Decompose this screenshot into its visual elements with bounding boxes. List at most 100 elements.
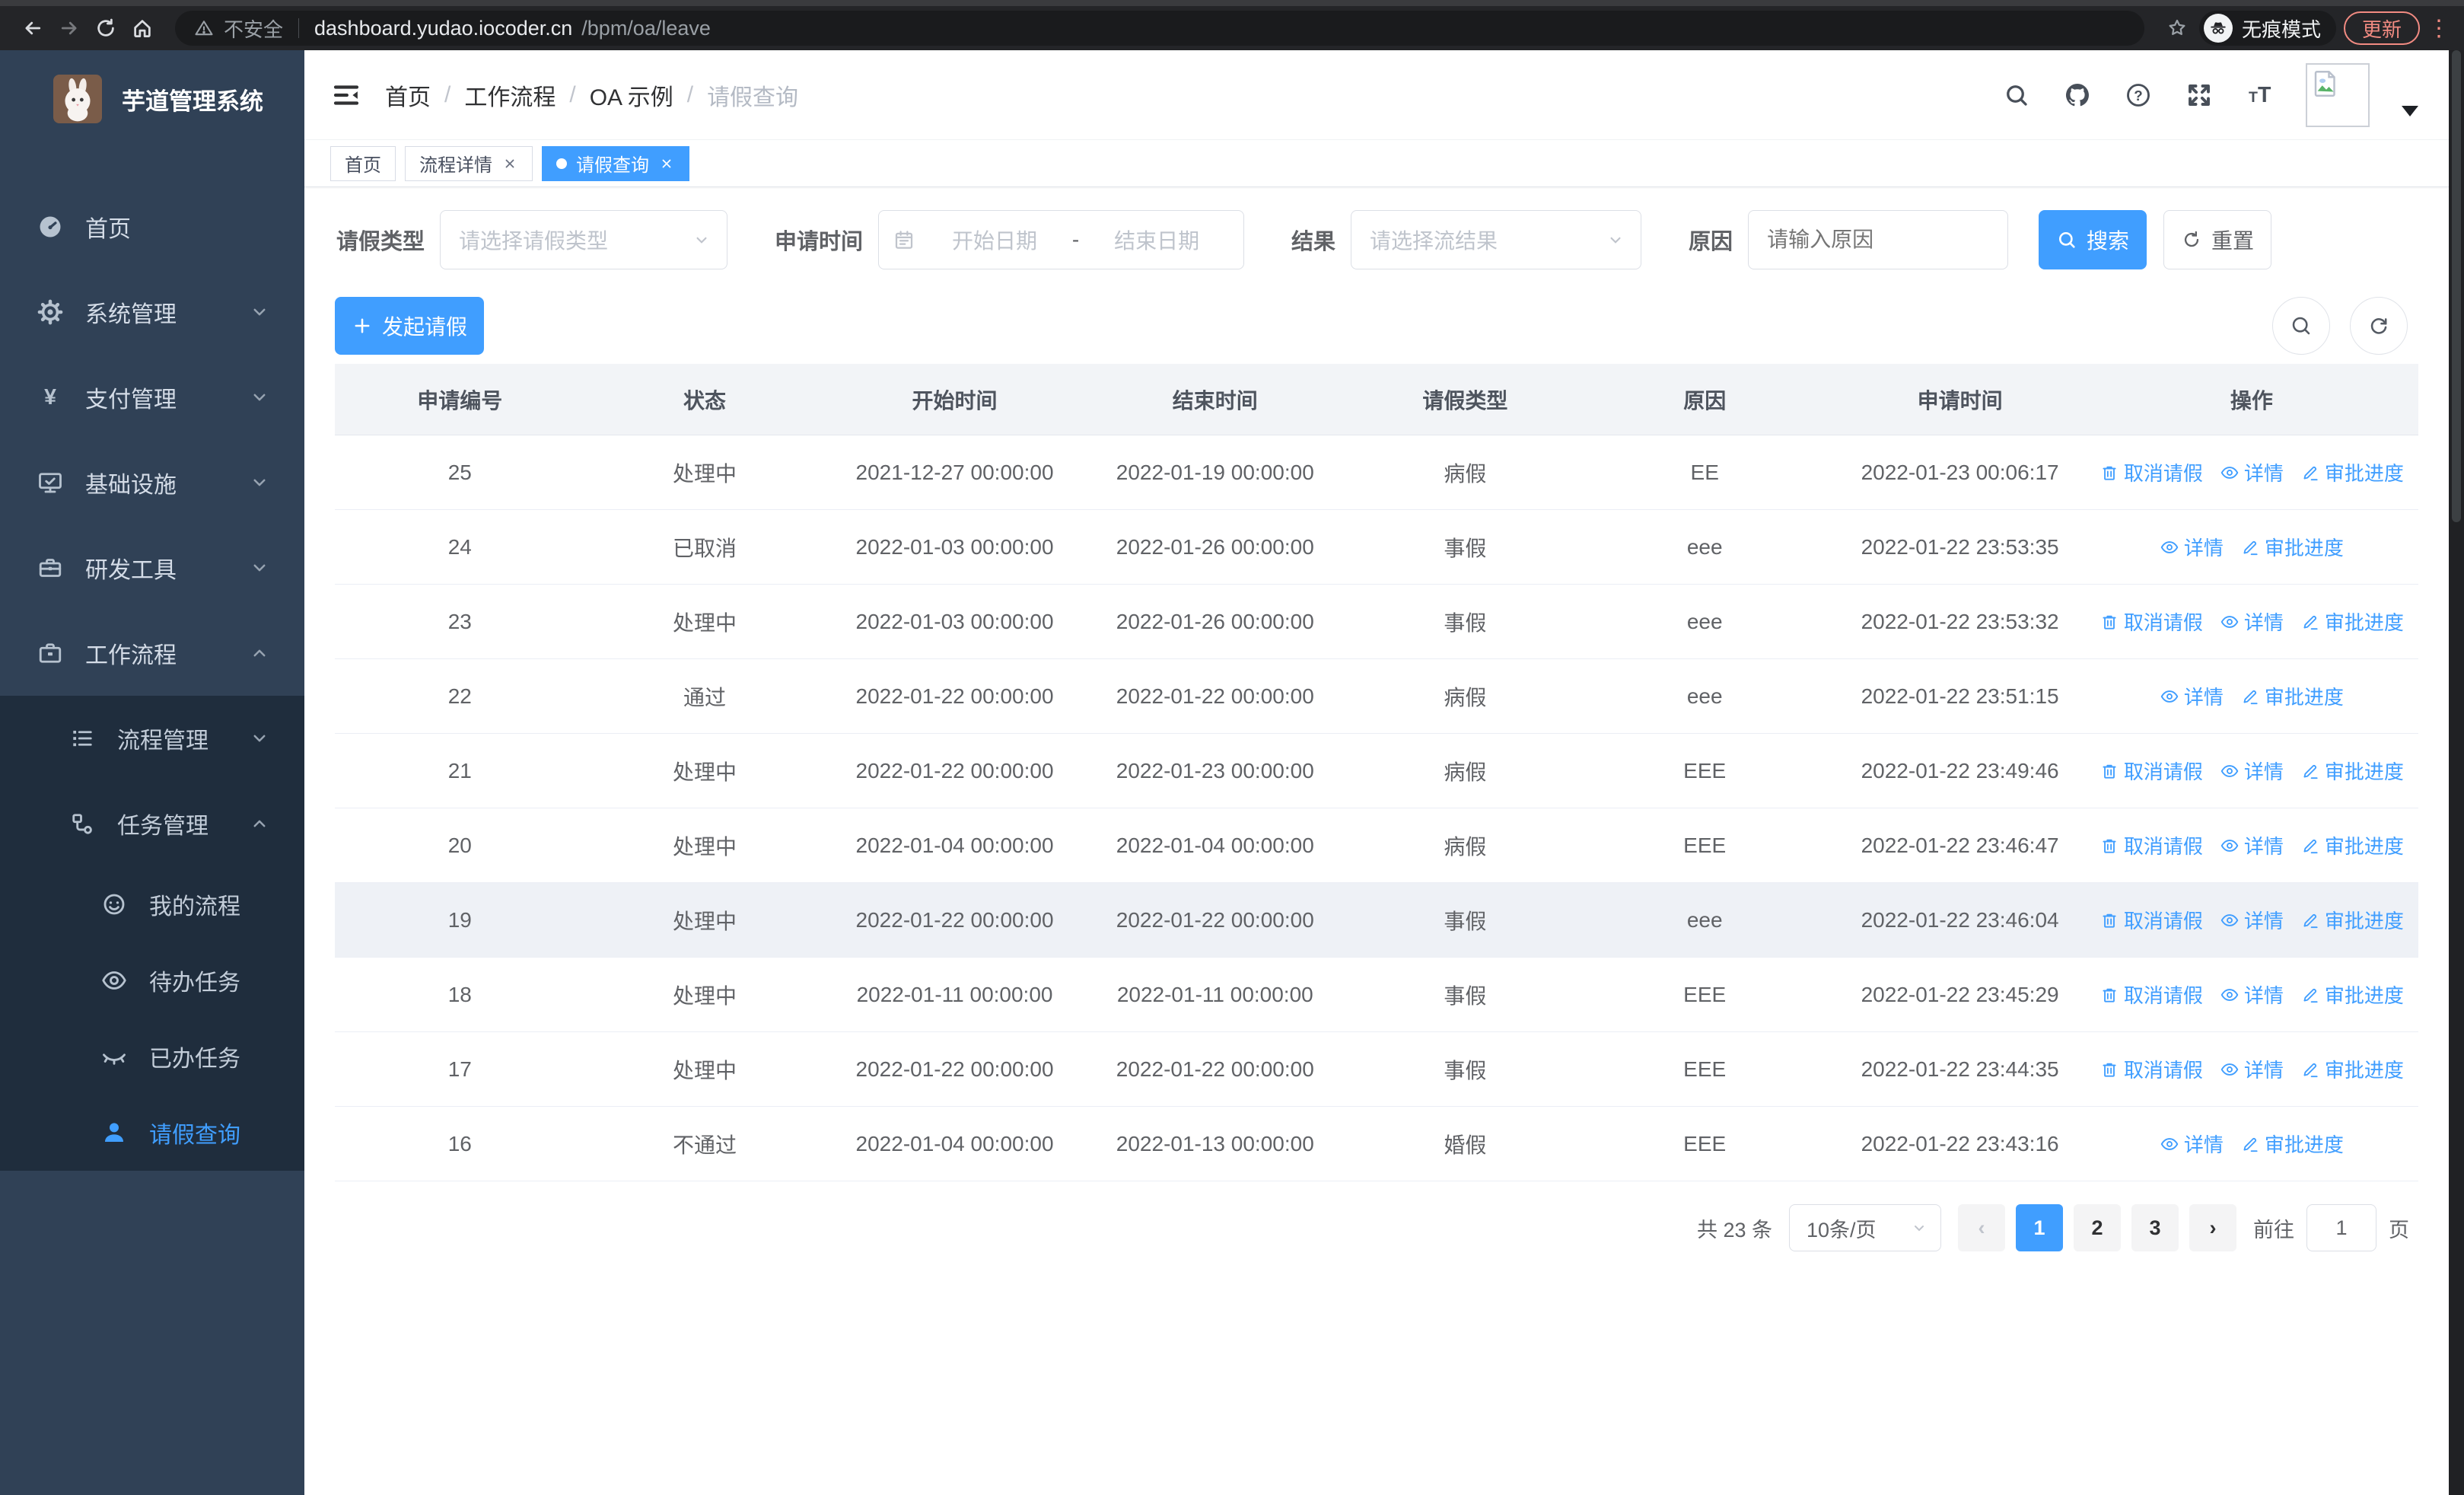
action-detail-link[interactable]: 详情 bbox=[2160, 1130, 2224, 1158]
help-icon[interactable]: ? bbox=[2123, 80, 2154, 110]
action-detail-link[interactable]: 详情 bbox=[2220, 906, 2284, 934]
incognito-icon bbox=[2203, 14, 2233, 43]
action-cancel-link[interactable]: 取消请假 bbox=[2099, 831, 2203, 859]
sidebar-item-leave-query[interactable]: 请假查询 bbox=[0, 1095, 304, 1171]
security-label[interactable]: 不安全 bbox=[224, 14, 283, 43]
cell-leave-type: 事假 bbox=[1444, 909, 1487, 933]
view-icon bbox=[2160, 1134, 2179, 1154]
fullscreen-icon[interactable] bbox=[2184, 80, 2214, 110]
font-size-icon[interactable]: TT bbox=[2245, 80, 2275, 110]
reload-icon[interactable] bbox=[91, 14, 120, 43]
action-progress-link[interactable]: 审批进度 bbox=[2300, 906, 2404, 934]
action-detail-link[interactable]: 详情 bbox=[2160, 533, 2224, 561]
action-progress-link[interactable]: 审批进度 bbox=[2300, 1055, 2404, 1083]
cell-end-time: 2022-01-22 00:00:00 bbox=[1116, 1057, 1314, 1081]
action-progress-link[interactable]: 审批进度 bbox=[2240, 533, 2344, 561]
action-cancel-link[interactable]: 取消请假 bbox=[2099, 980, 2203, 1009]
avatar[interactable] bbox=[2306, 62, 2370, 127]
next-page-button[interactable]: › bbox=[2189, 1204, 2236, 1251]
sidebar-item-done-tasks[interactable]: 已办任务 bbox=[0, 1018, 304, 1095]
reason-input[interactable] bbox=[1748, 210, 2009, 269]
action-cancel-link[interactable]: 取消请假 bbox=[2099, 906, 2203, 934]
action-detail-link[interactable]: 详情 bbox=[2220, 980, 2284, 1009]
cell-apply-time: 2022-01-22 23:44:35 bbox=[1861, 1057, 2059, 1081]
action-progress-link[interactable]: 审批进度 bbox=[2300, 980, 2404, 1009]
action-progress-link[interactable]: 审批进度 bbox=[2300, 458, 2404, 486]
page-button-3[interactable]: 3 bbox=[2131, 1204, 2179, 1251]
home-icon[interactable] bbox=[128, 14, 157, 43]
avatar-dropdown-caret-icon[interactable] bbox=[2402, 105, 2418, 116]
action-cancel-link[interactable]: 取消请假 bbox=[2099, 607, 2203, 636]
breadcrumb-home[interactable]: 首页 bbox=[385, 78, 431, 112]
action-progress-link[interactable]: 审批进度 bbox=[2240, 1130, 2344, 1158]
tag-process-detail[interactable]: 流程详情 bbox=[405, 145, 533, 181]
action-label: 取消请假 bbox=[2123, 984, 2203, 1007]
action-detail-link[interactable]: 详情 bbox=[2220, 607, 2284, 636]
action-cancel-link[interactable]: 取消请假 bbox=[2099, 1055, 2203, 1083]
action-detail-link[interactable]: 详情 bbox=[2220, 458, 2284, 486]
action-label: 详情 bbox=[2183, 537, 2224, 559]
action-label: 详情 bbox=[2243, 611, 2284, 634]
back-icon[interactable] bbox=[18, 14, 47, 43]
tag-leave-query[interactable]: 请假查询 bbox=[542, 145, 689, 181]
browser-menu-icon[interactable]: ⋮ bbox=[2427, 15, 2450, 42]
update-button[interactable]: 更新 bbox=[2343, 11, 2420, 45]
cell-id: 20 bbox=[447, 833, 472, 857]
sidebar-item-infrastructure[interactable]: 基础设施 bbox=[0, 440, 304, 525]
jump-page-input[interactable] bbox=[2306, 1204, 2376, 1251]
search-toggle-icon[interactable] bbox=[2272, 297, 2330, 355]
action-progress-link[interactable]: 审批进度 bbox=[2300, 757, 2404, 785]
breadcrumb-workflow[interactable]: 工作流程 bbox=[464, 78, 556, 112]
sidebar-item-process-mgmt[interactable]: 流程管理 bbox=[0, 696, 304, 781]
page-size-select[interactable]: 10条/页 bbox=[1789, 1204, 1941, 1251]
action-detail-link[interactable]: 详情 bbox=[2220, 757, 2284, 785]
action-detail-link[interactable]: 详情 bbox=[2220, 831, 2284, 859]
sidebar-item-home[interactable]: 首页 bbox=[0, 184, 304, 269]
close-icon[interactable] bbox=[501, 155, 518, 172]
action-detail-link[interactable]: 详情 bbox=[2220, 1055, 2284, 1083]
create-leave-button[interactable]: 发起请假 bbox=[335, 297, 484, 355]
action-cancel-link[interactable]: 取消请假 bbox=[2099, 458, 2203, 486]
sidebar-item-todo-tasks[interactable]: 待办任务 bbox=[0, 942, 304, 1018]
address-bar[interactable]: 不安全 dashboard.yudao.iocoder.cn/bpm/oa/le… bbox=[175, 11, 2144, 46]
logo-row[interactable]: 芋道管理系统 bbox=[0, 50, 304, 134]
action-progress-link[interactable]: 审批进度 bbox=[2300, 831, 2404, 859]
page-button-1[interactable]: 1 bbox=[2016, 1204, 2063, 1251]
cell-end-time: 2022-01-23 00:00:00 bbox=[1116, 758, 1314, 783]
menu-fold-icon[interactable] bbox=[330, 79, 362, 111]
column-header: 开始时间 bbox=[912, 388, 998, 413]
action-label: 详情 bbox=[2243, 984, 2284, 1007]
sidebar-item-system[interactable]: 系统管理 bbox=[0, 269, 304, 355]
search-icon[interactable] bbox=[2001, 80, 2032, 110]
github-icon[interactable] bbox=[2062, 80, 2093, 110]
sidebar-item-workflow[interactable]: 工作流程 bbox=[0, 610, 304, 696]
page-button-2[interactable]: 2 bbox=[2074, 1204, 2121, 1251]
action-detail-link[interactable]: 详情 bbox=[2160, 682, 2224, 710]
reset-button[interactable]: 重置 bbox=[2163, 210, 2272, 269]
briefcase-icon bbox=[37, 639, 64, 667]
sidebar-item-my-process[interactable]: 我的流程 bbox=[0, 866, 304, 942]
cell-id: 17 bbox=[447, 1057, 472, 1081]
result-select[interactable]: 请选择流结果 bbox=[1351, 210, 1642, 269]
prev-page-button[interactable]: ‹ bbox=[1958, 1204, 2005, 1251]
sidebar-item-task-mgmt[interactable]: 任务管理 bbox=[0, 781, 304, 866]
apply-time-range-picker[interactable]: 开始日期 - 结束日期 bbox=[878, 210, 1245, 269]
browser-scrollbar[interactable] bbox=[2449, 50, 2464, 1495]
breadcrumb-oa-example[interactable]: OA 示例 bbox=[590, 78, 673, 112]
cell-id: 16 bbox=[447, 1131, 472, 1156]
action-progress-link[interactable]: 审批进度 bbox=[2300, 607, 2404, 636]
url-path: /bpm/oa/leave bbox=[581, 16, 711, 40]
close-icon[interactable] bbox=[658, 155, 675, 172]
search-button[interactable]: 搜索 bbox=[2039, 210, 2147, 269]
tag-home[interactable]: 首页 bbox=[330, 145, 396, 181]
sidebar-item-dev-tools[interactable]: 研发工具 bbox=[0, 525, 304, 610]
refresh-icon[interactable] bbox=[2350, 297, 2408, 355]
tags-bar: 首页 流程详情 请假查询 bbox=[304, 140, 2449, 187]
action-cancel-link[interactable]: 取消请假 bbox=[2099, 757, 2203, 785]
leave-type-select[interactable]: 请选择请假类型 bbox=[440, 210, 728, 269]
cell-reason: eee bbox=[1686, 534, 1723, 559]
bookmark-star-icon[interactable] bbox=[2163, 14, 2192, 43]
action-progress-link[interactable]: 审批进度 bbox=[2240, 682, 2344, 710]
forward-icon[interactable] bbox=[55, 14, 84, 43]
sidebar-item-payment[interactable]: ¥ 支付管理 bbox=[0, 355, 304, 440]
